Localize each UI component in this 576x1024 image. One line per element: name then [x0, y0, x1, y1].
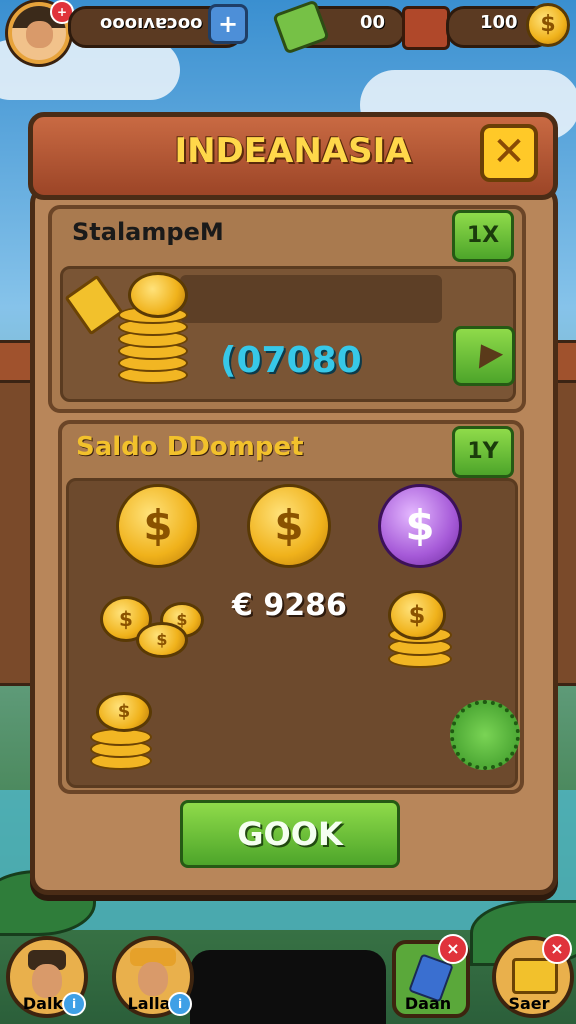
- arrow-icon: [468, 337, 504, 369]
- dialog-title-bar: INDEANASIA: [28, 112, 558, 200]
- info-badge-2: i: [168, 992, 192, 1016]
- coin-stack-left-top: $: [96, 692, 152, 732]
- remove-badge-4[interactable]: ×: [542, 934, 572, 964]
- progress-track: [180, 275, 442, 323]
- coin-stack-top: $: [388, 590, 446, 640]
- avatar-face: [25, 21, 53, 49]
- info-badge-1: i: [62, 992, 86, 1016]
- coin-icon[interactable]: $: [526, 3, 570, 47]
- section1-multiplier-button[interactable]: 1X: [452, 210, 514, 262]
- player-name: oooıʌɐɔoo: [100, 12, 203, 33]
- section2-label: Saldo DDompet: [76, 432, 304, 462]
- remove-badge-3[interactable]: ×: [438, 934, 468, 964]
- small-coin-3: $: [136, 622, 188, 658]
- character-label-2: Lalla: [127, 994, 171, 1013]
- character-label-1: Dalk: [22, 994, 64, 1013]
- ok-button[interactable]: GOOK: [180, 800, 400, 868]
- chest-icon: [402, 6, 450, 50]
- item-label-3: Daan: [404, 994, 452, 1013]
- bottom-bar-shadow: [190, 950, 386, 1024]
- green-token-icon[interactable]: [450, 700, 520, 770]
- section2-multiplier-button[interactable]: 1Y: [452, 426, 514, 478]
- section1-action-button[interactable]: [453, 326, 515, 386]
- section1-label: StalampeM: [72, 218, 224, 246]
- coin-count: 100: [480, 12, 518, 33]
- section1-amount: (07080: [220, 340, 362, 381]
- gold-coin-2[interactable]: $: [247, 484, 331, 568]
- dialog-title: INDEANASIA: [174, 131, 412, 171]
- gold-coin-1[interactable]: $: [116, 484, 200, 568]
- coin-top-icon: [128, 272, 188, 318]
- section2-amount: € 9286: [232, 588, 347, 623]
- item-label-4: Saer: [508, 994, 550, 1013]
- close-button[interactable]: ✕: [480, 124, 538, 182]
- gem-count: 00: [360, 12, 386, 33]
- add-friend-button[interactable]: +: [208, 4, 248, 44]
- purple-coin[interactable]: $: [378, 484, 462, 568]
